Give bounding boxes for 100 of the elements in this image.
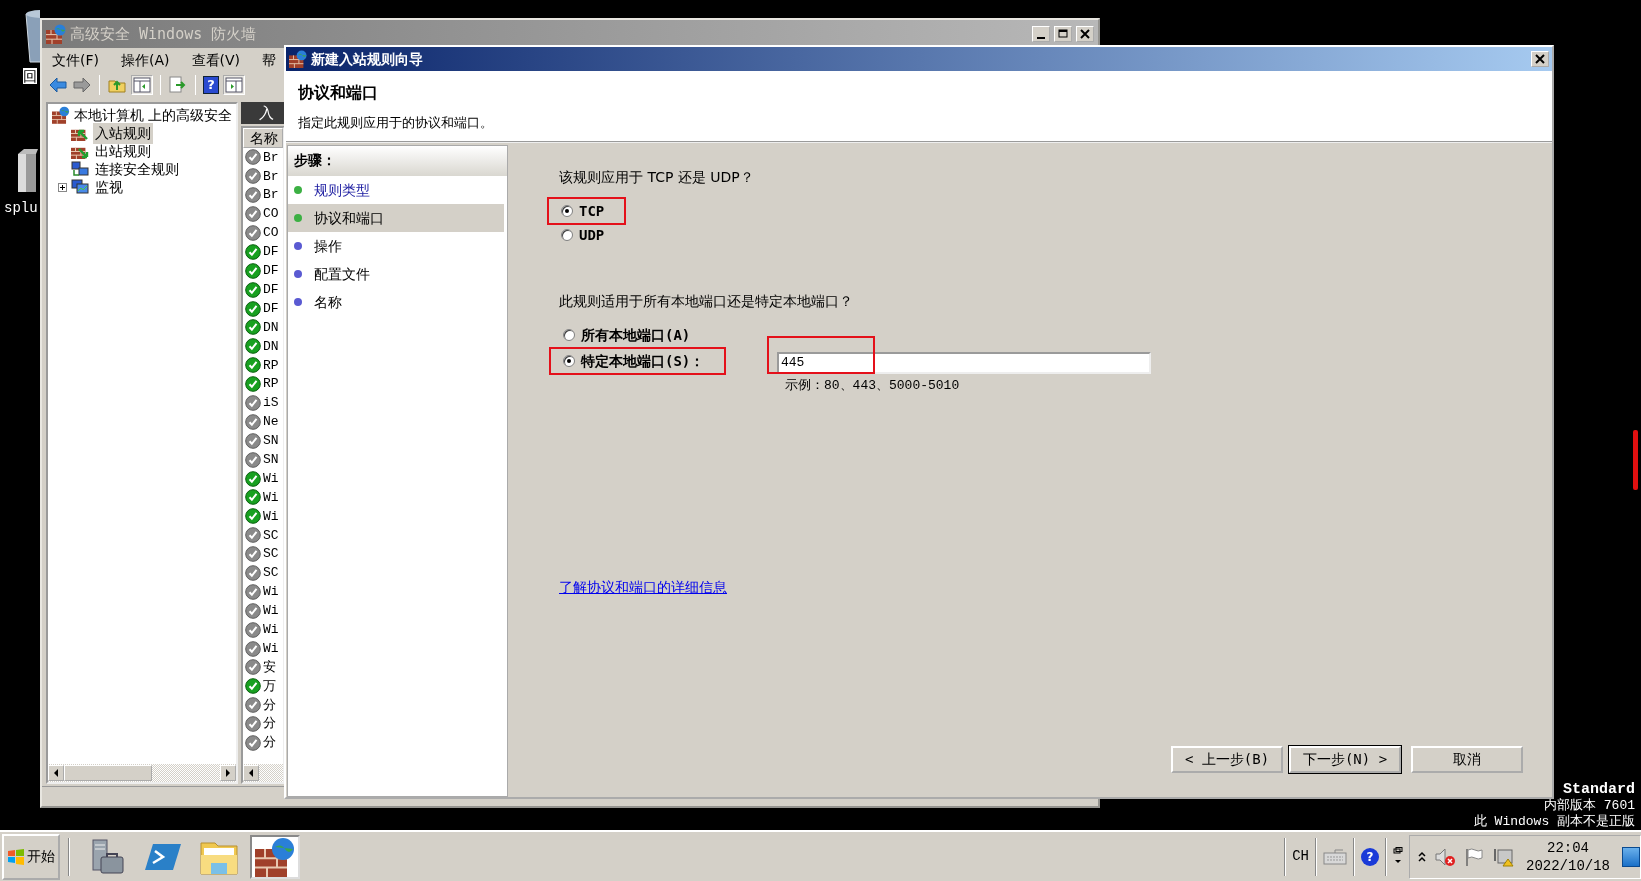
rule-name[interactable]: Wi bbox=[263, 619, 279, 640]
enabled-check-icon bbox=[245, 357, 261, 374]
network-warning-icon[interactable] bbox=[1492, 846, 1514, 867]
rule-name[interactable]: 分 bbox=[263, 733, 276, 753]
menu-item[interactable]: 文件(F) bbox=[52, 49, 99, 71]
export-icon[interactable] bbox=[168, 76, 188, 94]
rule-name[interactable]: CO bbox=[263, 223, 279, 243]
enabled-check-icon bbox=[245, 508, 261, 525]
rule-name[interactable]: DF bbox=[263, 298, 279, 319]
scrollbar-thumb[interactable] bbox=[64, 765, 152, 781]
scroll-right-button[interactable] bbox=[220, 765, 236, 781]
disabled-check-icon bbox=[245, 168, 261, 185]
clock-date[interactable]: 2022/10/18 bbox=[1526, 856, 1610, 875]
maximize-icon bbox=[1058, 29, 1068, 39]
enabled-check-icon bbox=[245, 338, 261, 355]
wizard-step[interactable]: 规则类型 bbox=[288, 176, 504, 204]
rule-name[interactable]: RP bbox=[263, 355, 279, 375]
rule-name[interactable]: DF bbox=[263, 279, 279, 300]
close-button[interactable] bbox=[1076, 26, 1094, 42]
port-field[interactable]: 445 bbox=[777, 351, 1151, 374]
watermark-text: 内部版本 7601 bbox=[1543, 798, 1635, 814]
rule-name[interactable]: 分 bbox=[263, 695, 276, 716]
rule-name[interactable]: iS bbox=[263, 393, 279, 413]
forward-arrow-icon[interactable] bbox=[72, 76, 92, 94]
rule-name[interactable]: Br bbox=[263, 148, 279, 168]
rule-name[interactable]: RP bbox=[263, 374, 279, 394]
disabled-check-icon bbox=[245, 225, 261, 241]
wizard-step[interactable]: 操作 bbox=[288, 232, 504, 260]
desktop-icon-label[interactable]: splu bbox=[4, 198, 38, 219]
menu-item[interactable]: 查看(V) bbox=[191, 49, 240, 71]
rule-name[interactable]: SC bbox=[263, 563, 279, 583]
rule-name[interactable]: SN bbox=[263, 449, 279, 470]
question-text: 该规则应用于 TCP 还是 UDP？ bbox=[559, 168, 755, 187]
help-button[interactable]: ? bbox=[1361, 847, 1379, 866]
rule-name[interactable]: DF bbox=[263, 261, 279, 281]
rule-name[interactable]: SC bbox=[263, 544, 279, 564]
scroll-left-button[interactable] bbox=[48, 765, 64, 781]
menu-item[interactable]: 操作(A) bbox=[121, 49, 170, 71]
rule-name[interactable]: DN bbox=[263, 336, 279, 357]
rule-name[interactable]: Br bbox=[263, 166, 279, 187]
minimize-icon bbox=[1037, 37, 1045, 39]
watermark-text: 此 Windows 副本不是正版 bbox=[1473, 814, 1635, 830]
rule-name[interactable]: 安 bbox=[263, 657, 276, 678]
radio-option[interactable]: 特定本地端口(S)： bbox=[549, 347, 727, 375]
panel-title: 入 bbox=[241, 102, 285, 124]
enabled-check-icon bbox=[245, 300, 261, 317]
back-arrow-icon[interactable] bbox=[48, 76, 68, 94]
rule-name[interactable]: DN bbox=[263, 317, 279, 338]
rule-name[interactable]: Wi bbox=[263, 582, 279, 602]
rule-name[interactable]: Wi bbox=[263, 506, 279, 527]
tree-item[interactable]: 入站规则 bbox=[93, 122, 153, 144]
speaker-muted-icon[interactable] bbox=[1434, 846, 1456, 867]
rule-name[interactable]: 万 bbox=[263, 676, 276, 697]
page-heading: 协议和端口 bbox=[298, 82, 379, 104]
disabled-check-icon bbox=[245, 149, 261, 166]
rule-name[interactable]: Wi bbox=[263, 601, 279, 621]
disabled-check-icon bbox=[245, 583, 261, 600]
disabled-check-icon bbox=[245, 546, 261, 563]
taskbar-app-button[interactable] bbox=[250, 834, 300, 879]
desktop-icon-label[interactable]: 回 bbox=[23, 68, 37, 84]
show-tree-button[interactable] bbox=[131, 75, 153, 95]
rule-name[interactable]: SN bbox=[263, 431, 279, 451]
disabled-check-icon bbox=[245, 716, 261, 733]
language-indicator[interactable]: CH bbox=[1292, 846, 1309, 867]
rule-name[interactable]: Wi bbox=[263, 487, 279, 508]
close-button[interactable] bbox=[1531, 51, 1549, 67]
minimize-button[interactable] bbox=[1032, 26, 1050, 42]
help-link[interactable]: 了解协议和端口的详细信息 bbox=[559, 579, 727, 595]
enabled-check-icon bbox=[245, 281, 261, 298]
disabled-check-icon bbox=[245, 659, 261, 676]
wizard-step[interactable]: 名称 bbox=[288, 288, 504, 316]
clock-time[interactable]: 22:04 bbox=[1526, 838, 1610, 857]
radio-option[interactable]: 所有本地端口(A) bbox=[549, 321, 713, 349]
flag-icon[interactable] bbox=[1464, 846, 1484, 867]
rule-name[interactable]: Wi bbox=[263, 468, 279, 489]
rule-name[interactable]: Br bbox=[263, 185, 279, 205]
rule-name[interactable]: CO bbox=[263, 204, 279, 224]
radio-option[interactable]: TCP bbox=[547, 197, 627, 225]
expand-icon[interactable] bbox=[58, 182, 67, 192]
start-button[interactable]: 开始 bbox=[2, 833, 60, 880]
menu-item[interactable]: 帮 bbox=[262, 49, 276, 71]
chevron-up-icon[interactable] bbox=[1418, 850, 1426, 863]
column-header[interactable]: 名称 bbox=[243, 128, 283, 148]
wizard-button[interactable]: 取消 bbox=[1411, 746, 1523, 773]
wizard-button[interactable]: 下一步(N) > bbox=[1289, 746, 1401, 773]
wizard-step[interactable]: 协议和端口 bbox=[288, 204, 504, 232]
rule-name[interactable]: 分 bbox=[263, 714, 276, 734]
rule-name[interactable]: Ne bbox=[263, 412, 279, 432]
wizard-step[interactable]: 配置文件 bbox=[288, 260, 504, 288]
scroll-left-button[interactable] bbox=[243, 765, 259, 781]
rule-name[interactable]: DF bbox=[263, 242, 279, 262]
enabled-check-icon bbox=[245, 376, 261, 393]
brick-wall-globe-icon bbox=[255, 836, 295, 877]
show-desktop-button[interactable] bbox=[1622, 846, 1640, 867]
action-pane-button[interactable] bbox=[223, 75, 245, 95]
maximize-button[interactable] bbox=[1054, 26, 1072, 42]
rule-name[interactable]: Wi bbox=[263, 638, 279, 659]
rule-name[interactable]: SC bbox=[263, 525, 279, 545]
wizard-button[interactable]: < 上一步(B) bbox=[1171, 746, 1283, 773]
help-button[interactable]: ? bbox=[203, 76, 219, 94]
